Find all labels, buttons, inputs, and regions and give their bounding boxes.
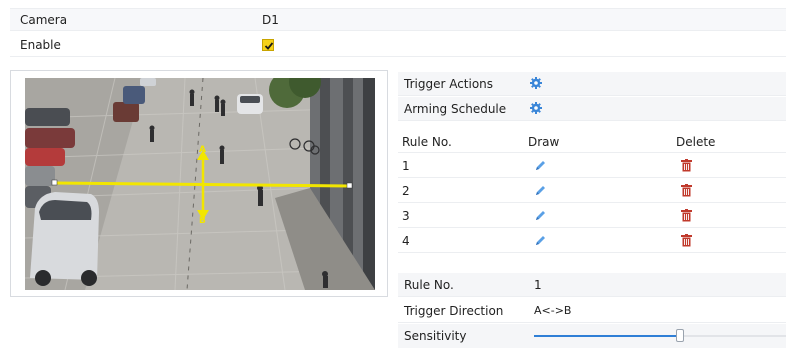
- rule-no-label: Rule No.: [404, 277, 454, 292]
- pencil-icon[interactable]: [534, 185, 546, 200]
- trigger-direction-row: Trigger Direction A<->B: [398, 299, 786, 323]
- trash-icon[interactable]: [681, 234, 692, 250]
- rule-number: 2: [402, 183, 410, 198]
- header-draw: Draw: [528, 134, 560, 149]
- trash-icon[interactable]: [681, 159, 692, 175]
- camera-value[interactable]: D1: [262, 13, 279, 27]
- trash-icon[interactable]: [681, 209, 692, 225]
- rule-number: 1: [402, 158, 410, 173]
- enable-checkbox[interactable]: [262, 39, 274, 51]
- pencil-icon[interactable]: [534, 235, 546, 250]
- sensitivity-slider-thumb[interactable]: [676, 329, 684, 342]
- checkmark-icon: [264, 42, 274, 50]
- table-row: 1: [398, 154, 786, 178]
- pencil-icon[interactable]: [534, 210, 546, 225]
- rule-no-value[interactable]: 1: [534, 278, 542, 292]
- arming-schedule-row: Arming Schedule: [398, 97, 786, 121]
- arming-schedule-label: Arming Schedule: [404, 101, 507, 116]
- rule-number: 3: [402, 208, 410, 223]
- trigger-direction-label: Trigger Direction: [404, 303, 504, 318]
- line-label-b: B: [199, 216, 206, 226]
- sensitivity-row: Sensitivity: [398, 324, 786, 348]
- camera-label: Camera: [20, 12, 68, 27]
- enable-row: Enable: [10, 34, 786, 57]
- header-delete: Delete: [676, 134, 716, 149]
- enable-label: Enable: [20, 38, 61, 52]
- sensitivity-slider-fill: [534, 335, 678, 337]
- trigger-direction-select[interactable]: A<->B: [534, 304, 571, 317]
- trash-icon[interactable]: [681, 184, 692, 200]
- line-label-a: A: [199, 145, 206, 155]
- table-row: 4: [398, 229, 786, 253]
- sensitivity-label: Sensitivity: [404, 329, 467, 343]
- table-row: 3: [398, 204, 786, 228]
- rule-number: 4: [402, 233, 410, 248]
- gear-icon[interactable]: [530, 102, 542, 117]
- trigger-actions-row: Trigger Actions: [398, 72, 786, 96]
- video-preview[interactable]: A B: [10, 70, 388, 297]
- table-row: 2: [398, 179, 786, 203]
- rules-table-header: Rule No. Draw Delete: [398, 131, 786, 153]
- header-rule-no: Rule No.: [402, 134, 452, 149]
- gear-icon[interactable]: [530, 77, 542, 92]
- rule-panel: Trigger Actions Arming Schedule Rule No.…: [398, 72, 786, 352]
- camera-row: Camera D1: [10, 8, 786, 31]
- pencil-icon[interactable]: [534, 160, 546, 175]
- rule-no-row: Rule No. 1: [398, 273, 786, 297]
- camera-scene-image: [25, 78, 375, 290]
- trigger-actions-label: Trigger Actions: [404, 76, 494, 91]
